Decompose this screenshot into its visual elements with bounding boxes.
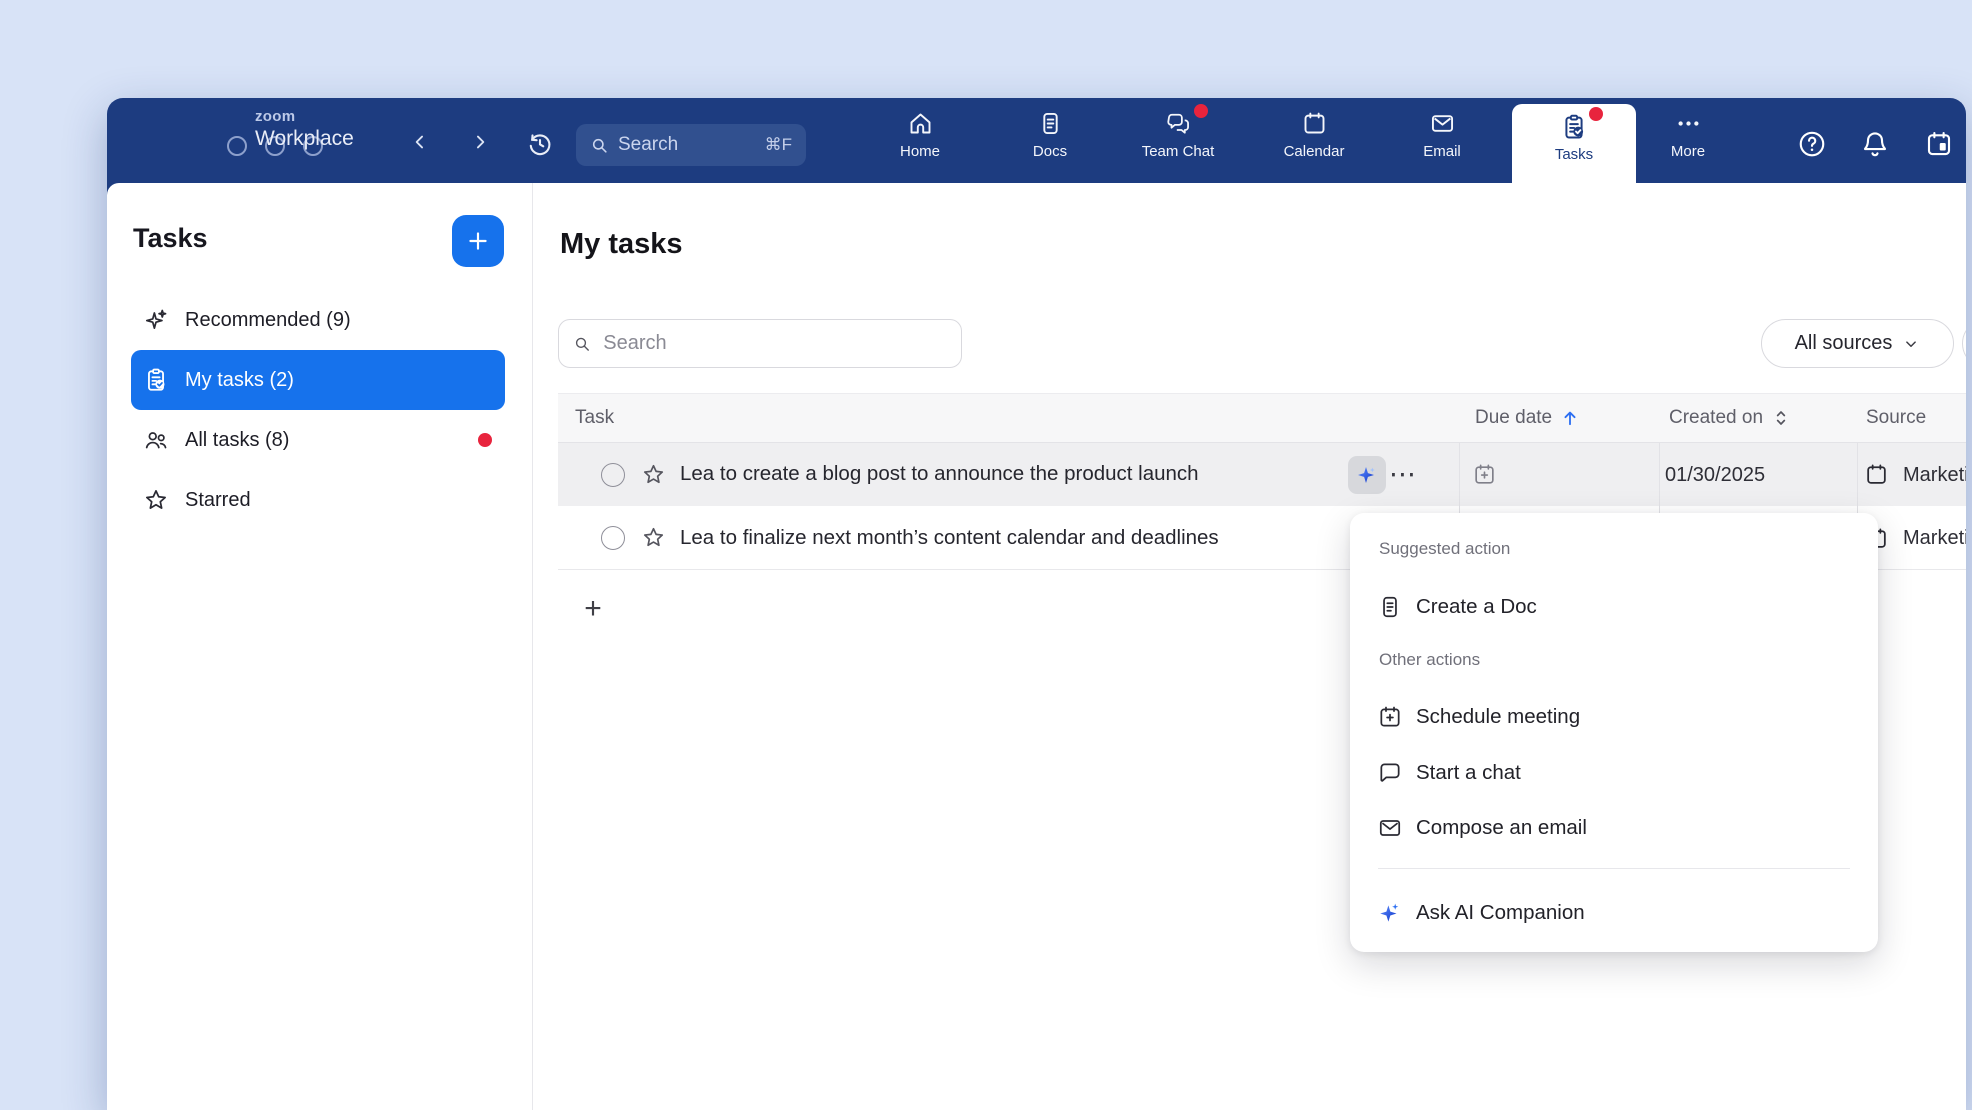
history-icon[interactable] bbox=[526, 130, 554, 158]
all-tasks-notification-dot bbox=[478, 433, 492, 447]
window-close-button[interactable] bbox=[227, 136, 247, 156]
ai-sparkle-icon bbox=[1355, 463, 1379, 487]
brand-workplace-text: Workplace bbox=[255, 128, 354, 149]
email-icon bbox=[1429, 110, 1456, 137]
task-complete-checkbox[interactable] bbox=[601, 463, 625, 487]
sidebar-item-my-tasks[interactable]: My tasks (2) bbox=[131, 350, 505, 410]
calendar-today-icon bbox=[1924, 129, 1954, 159]
sidebar-item-label: Starred bbox=[185, 489, 251, 512]
sidebar-item-starred[interactable]: Starred bbox=[131, 480, 505, 520]
sidebar-item-recommended[interactable]: Recommended (9) bbox=[131, 300, 505, 340]
top-navbar: zoom Workplace Search ⌘F Home Docs bbox=[107, 98, 1966, 183]
brand-zoom-text: zoom bbox=[255, 109, 354, 124]
column-header-due-date[interactable]: Due date bbox=[1475, 394, 1580, 442]
team-chat-notification-dot bbox=[1194, 104, 1208, 118]
tasks-icon bbox=[1560, 113, 1588, 141]
global-search-placeholder: Search bbox=[618, 134, 678, 156]
sources-filter-value: All sources bbox=[1795, 332, 1893, 355]
tasks-sidebar: Tasks Recommended (9) My tasks (2) bbox=[107, 183, 533, 1110]
help-icon bbox=[1797, 129, 1827, 159]
brand-logo: zoom Workplace bbox=[255, 109, 354, 149]
task-complete-checkbox[interactable] bbox=[601, 526, 625, 550]
sources-filter-dropdown[interactable]: All sources bbox=[1761, 319, 1954, 368]
sidebar-item-label: My tasks (2) bbox=[185, 369, 294, 392]
more-icon bbox=[1675, 110, 1702, 137]
search-icon bbox=[573, 334, 591, 354]
sort-both-icon bbox=[1771, 408, 1791, 428]
task-created-on: 01/30/2025 bbox=[1665, 464, 1765, 487]
menu-section-label: Other actions bbox=[1379, 650, 1480, 670]
sidebar-item-label: Recommended (9) bbox=[185, 309, 351, 332]
app-window: zoom Workplace Search ⌘F Home Docs bbox=[107, 98, 1966, 1110]
column-header-source: Source bbox=[1866, 394, 1926, 442]
calendar-plus-icon bbox=[1377, 704, 1403, 730]
nav-tab-tasks-active[interactable]: Tasks bbox=[1512, 104, 1636, 183]
sparkles-icon bbox=[143, 307, 169, 333]
ai-sparkle-icon bbox=[1377, 900, 1403, 926]
task-title[interactable]: Lea to finalize next month’s content cal… bbox=[680, 526, 1219, 550]
calendar-icon bbox=[1301, 110, 1328, 137]
back-button[interactable] bbox=[410, 132, 430, 152]
team-chat-icon bbox=[1165, 110, 1192, 137]
search-icon bbox=[590, 136, 609, 155]
task-search-input[interactable] bbox=[601, 331, 947, 356]
docs-icon bbox=[1037, 110, 1064, 137]
task-source: Marketing bbox=[1903, 527, 1966, 550]
global-search-input[interactable]: Search ⌘F bbox=[576, 124, 806, 166]
my-tasks-icon bbox=[143, 367, 169, 393]
chevron-down-icon bbox=[1902, 335, 1920, 353]
sidebar-item-all-tasks[interactable]: All tasks (8) bbox=[131, 420, 505, 460]
doc-icon bbox=[1377, 594, 1403, 620]
menu-item-compose-email[interactable]: Compose an email bbox=[1350, 808, 1868, 848]
task-search bbox=[558, 319, 962, 368]
menu-item-create-doc[interactable]: Create a Doc bbox=[1350, 587, 1868, 627]
add-task-button[interactable] bbox=[452, 215, 504, 267]
column-header-task: Task bbox=[575, 394, 614, 442]
task-title[interactable]: Lea to create a blog post to announce th… bbox=[680, 462, 1199, 486]
help-button[interactable] bbox=[1797, 129, 1827, 159]
menu-item-ask-ai-companion[interactable]: Ask AI Companion bbox=[1350, 893, 1868, 933]
nav-tab-home[interactable]: Home bbox=[868, 106, 972, 178]
nav-tab-more[interactable]: More bbox=[1636, 106, 1740, 178]
tasks-notification-dot bbox=[1589, 107, 1603, 121]
bell-icon bbox=[1860, 129, 1890, 159]
plus-icon bbox=[465, 228, 491, 254]
content-area: Tasks Recommended (9) My tasks (2) bbox=[107, 183, 1966, 1110]
menu-item-schedule-meeting[interactable]: Schedule meeting bbox=[1350, 697, 1868, 737]
ai-companion-action-button[interactable] bbox=[1348, 456, 1386, 494]
search-shortcut-hint: ⌘F bbox=[765, 135, 792, 155]
task-actions-popup: Suggested action Create a Doc Other acti… bbox=[1350, 513, 1878, 952]
menu-divider bbox=[1378, 868, 1850, 869]
people-icon bbox=[143, 427, 169, 453]
task-star-toggle[interactable] bbox=[641, 525, 666, 550]
star-icon bbox=[143, 487, 169, 513]
nav-tab-docs[interactable]: Docs bbox=[998, 106, 1102, 178]
clipped-filter-pill[interactable] bbox=[1962, 319, 1966, 368]
source-calendar-icon bbox=[1864, 462, 1889, 487]
envelope-icon bbox=[1377, 815, 1403, 841]
my-tasks-panel: My tasks All sources Task Due date Creat… bbox=[533, 183, 1966, 1110]
sidebar-item-label: All tasks (8) bbox=[185, 429, 289, 452]
menu-item-start-chat[interactable]: Start a chat bbox=[1350, 753, 1868, 793]
add-task-inline-button[interactable]: + bbox=[578, 594, 608, 624]
task-more-actions-button[interactable]: ⋯ bbox=[1389, 459, 1417, 490]
table-header: Task Due date Created on Source bbox=[558, 393, 1966, 443]
column-header-created-on[interactable]: Created on bbox=[1669, 394, 1791, 442]
task-star-toggle[interactable] bbox=[641, 462, 666, 487]
nav-tab-email[interactable]: Email bbox=[1390, 106, 1494, 178]
page-title: My tasks bbox=[560, 228, 683, 261]
notifications-button[interactable] bbox=[1860, 129, 1890, 159]
chat-bubble-icon bbox=[1377, 760, 1403, 786]
home-icon bbox=[907, 110, 934, 137]
set-due-date-button[interactable] bbox=[1472, 462, 1497, 487]
task-source: Marketing bbox=[1903, 464, 1966, 487]
forward-button[interactable] bbox=[470, 132, 490, 152]
sort-ascending-icon bbox=[1560, 408, 1580, 428]
menu-section-label: Suggested action bbox=[1379, 539, 1510, 559]
nav-tab-team-chat[interactable]: Team Chat bbox=[1126, 106, 1230, 178]
sidebar-title: Tasks bbox=[133, 223, 208, 254]
mini-calendar-button[interactable] bbox=[1924, 129, 1954, 159]
nav-tab-calendar[interactable]: Calendar bbox=[1262, 106, 1366, 178]
